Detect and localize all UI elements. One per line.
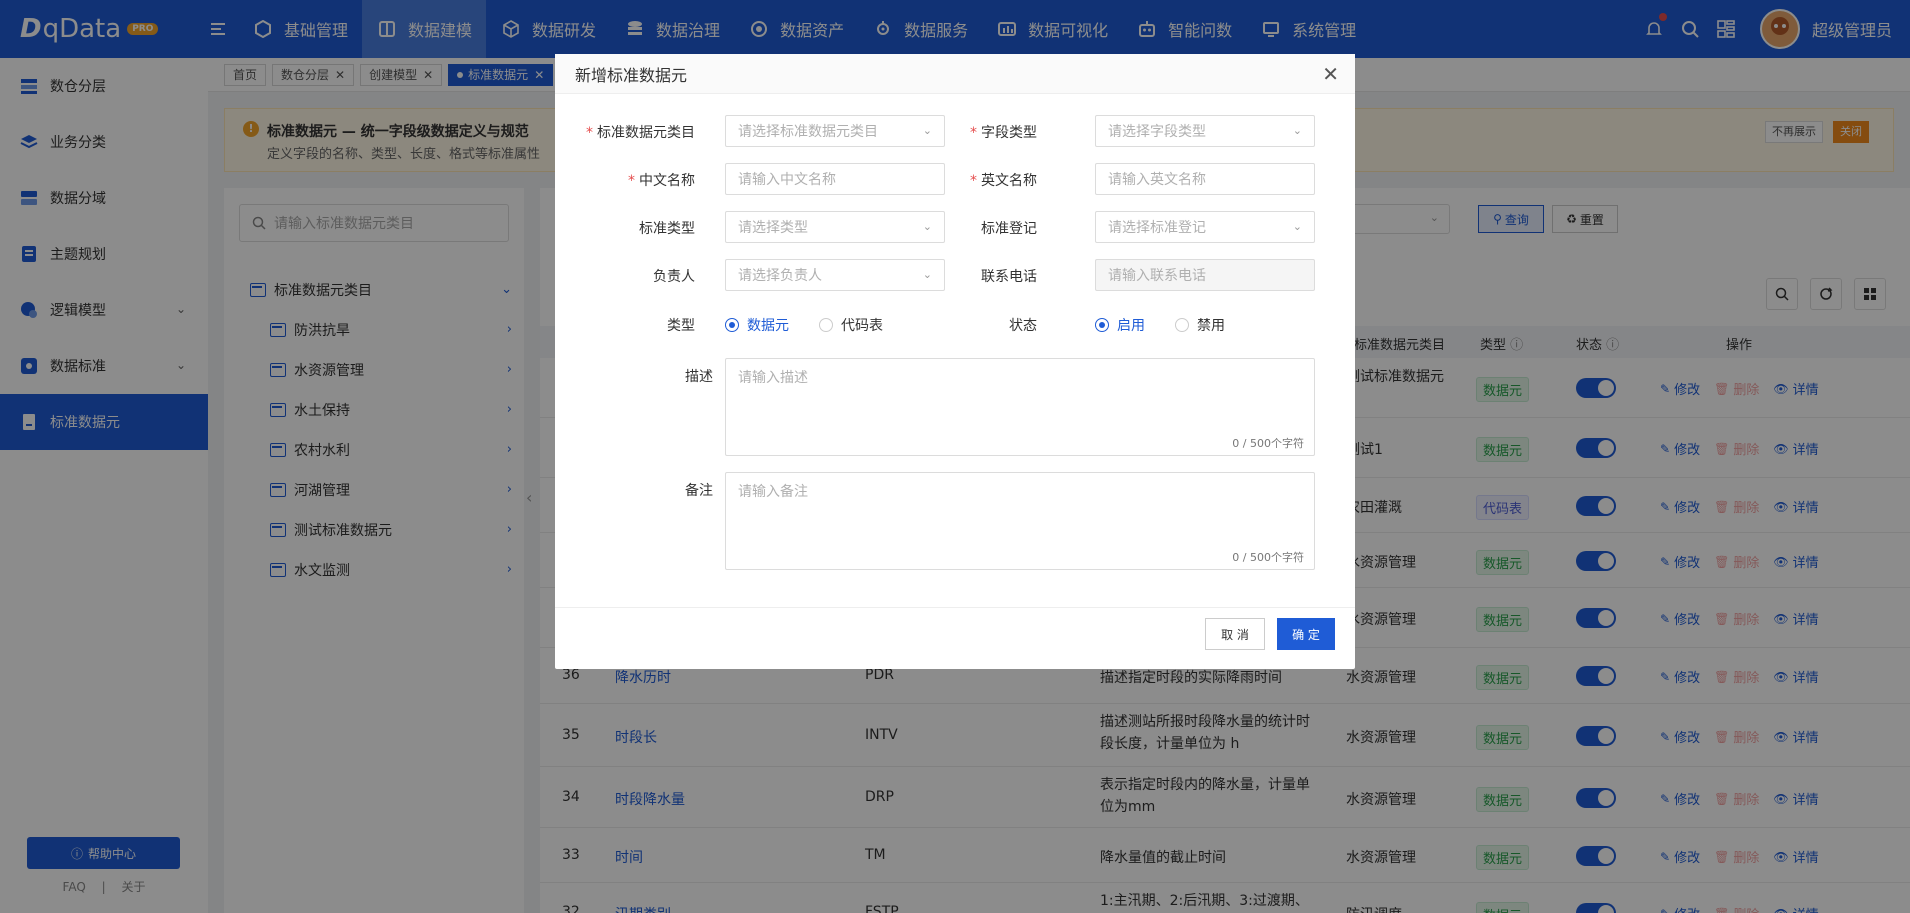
radio-checked-icon [1095, 318, 1109, 332]
phone-placeholder: 请输入联系电话 [1108, 268, 1206, 284]
required-mark: * [970, 173, 977, 189]
status-label: 状态 [1009, 318, 1037, 334]
en-name-label-text: 英文名称 [981, 173, 1037, 189]
en-name-input[interactable]: 请输入英文名称 [1095, 163, 1315, 195]
en-name-placeholder: 请输入英文名称 [1108, 172, 1206, 188]
description-placeholder: 请输入描述 [738, 370, 808, 386]
radio-unchecked-icon [819, 318, 833, 332]
dialog-header: 新增标准数据元 [555, 54, 1355, 94]
close-icon[interactable]: ✕ [1322, 62, 1339, 86]
category-placeholder: 请选择标准数据元类目 [738, 124, 878, 140]
remark-textarea[interactable]: 请输入备注 0 / 500个字符 [725, 472, 1315, 570]
confirm-button[interactable]: 确 定 [1277, 618, 1335, 650]
chevron-down-icon: ⌄ [1292, 220, 1302, 233]
cn-name-placeholder: 请输入中文名称 [738, 172, 836, 188]
status-radio-disabled[interactable]: 禁用 [1175, 315, 1225, 335]
field-type-placeholder: 请选择字段类型 [1108, 124, 1206, 140]
required-mark: * [586, 125, 593, 141]
description-textarea[interactable]: 请输入描述 0 / 500个字符 [725, 358, 1315, 456]
kind-label: 类型 [667, 318, 695, 334]
status-radio-enabled[interactable]: 启用 [1095, 315, 1145, 335]
std-type-placeholder: 请选择类型 [738, 220, 808, 236]
category-label: * 标准数据元类目 [555, 122, 695, 142]
remark-label: 备注 [685, 483, 713, 499]
field-type-label-text: 字段类型 [981, 125, 1037, 141]
radio-unchecked-icon [1175, 318, 1189, 332]
radio-label: 禁用 [1197, 318, 1225, 334]
std-reg-placeholder: 请选择标准登记 [1108, 220, 1206, 236]
cn-name-label: * 中文名称 [555, 170, 695, 190]
remark-placeholder: 请输入备注 [738, 484, 808, 500]
cancel-button[interactable]: 取 消 [1205, 618, 1265, 650]
owner-placeholder: 请选择负责人 [738, 268, 822, 284]
phone-input[interactable]: 请输入联系电话 [1095, 259, 1315, 291]
radio-checked-icon [725, 318, 739, 332]
field-type-select[interactable]: 请选择字段类型 ⌄ [1095, 115, 1315, 147]
owner-label: 负责人 [653, 269, 695, 285]
description-label: 描述 [685, 369, 713, 385]
phone-label: 联系电话 [981, 269, 1037, 285]
en-name-label: * 英文名称 [895, 170, 1037, 190]
kind-radio-codetable[interactable]: 代码表 [819, 315, 883, 335]
dialog-footer: 取 消 确 定 [555, 607, 1355, 669]
radio-label: 代码表 [841, 318, 883, 334]
category-label-text: 标准数据元类目 [597, 125, 695, 141]
radio-label: 数据元 [747, 318, 789, 334]
radio-label: 启用 [1117, 318, 1145, 334]
description-counter: 0 / 500个字符 [1232, 437, 1304, 450]
std-type-label: 标准类型 [639, 221, 695, 237]
remark-counter: 0 / 500个字符 [1232, 551, 1304, 564]
kind-radio-element[interactable]: 数据元 [725, 315, 789, 335]
required-mark: * [970, 125, 977, 141]
cn-name-label-text: 中文名称 [639, 173, 695, 189]
chevron-down-icon: ⌄ [1292, 124, 1302, 137]
std-reg-select[interactable]: 请选择标准登记 ⌄ [1095, 211, 1315, 243]
dialog-title: 新增标准数据元 [575, 65, 688, 85]
std-reg-label: 标准登记 [981, 221, 1037, 237]
add-element-dialog: 新增标准数据元 ✕ * 标准数据元类目 请选择标准数据元类目 ⌄ * 字段类型 请选择… [555, 54, 1355, 669]
field-type-label: * 字段类型 [895, 122, 1037, 142]
required-mark: * [628, 173, 635, 189]
